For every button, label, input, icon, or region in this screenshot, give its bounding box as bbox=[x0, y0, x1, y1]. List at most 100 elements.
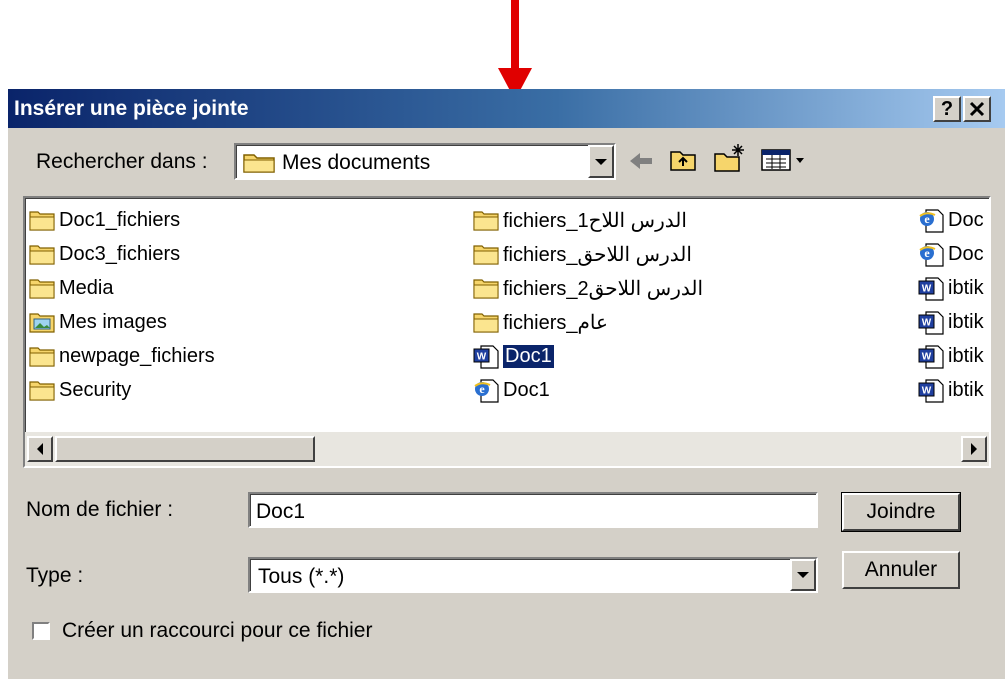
chevron-left-icon bbox=[37, 443, 43, 455]
horizontal-scrollbar[interactable] bbox=[25, 432, 989, 466]
file-list[interactable]: Doc1_fichiers Doc3_fichiers Media Mes image… bbox=[23, 196, 991, 468]
chevron-down-icon bbox=[797, 572, 809, 578]
lookin-dropdown-button[interactable] bbox=[588, 145, 614, 178]
chevron-right-icon bbox=[971, 443, 977, 455]
word-doc-icon: W bbox=[918, 311, 944, 335]
file-item-name: Security bbox=[59, 378, 132, 401]
file-column-1: Doc1_fichiers Doc3_fichiers Media Mes image… bbox=[29, 204, 215, 408]
close-button[interactable] bbox=[963, 96, 991, 122]
file-item[interactable]: Wibtik bbox=[918, 306, 984, 338]
scroll-right-button[interactable] bbox=[961, 436, 987, 462]
file-item[interactable]: e Doc bbox=[918, 238, 984, 270]
filename-value: Doc1 bbox=[256, 500, 306, 523]
file-item-name: ibtik bbox=[948, 276, 984, 299]
folder-icon bbox=[29, 277, 55, 299]
filetype-dropdown-button[interactable] bbox=[790, 559, 816, 591]
shortcut-checkbox[interactable] bbox=[32, 622, 50, 640]
filetype-value: Tous (*.*) bbox=[258, 565, 345, 588]
new-folder-button[interactable] bbox=[712, 142, 746, 179]
lookin-value: Mes documents bbox=[282, 151, 431, 174]
file-item-name: الدرس اللاح1_fichiers bbox=[503, 209, 687, 232]
file-item[interactable]: Doc3_fichiers bbox=[29, 238, 215, 270]
file-item[interactable]: Wibtik bbox=[918, 272, 984, 304]
view-menu-icon bbox=[761, 149, 804, 171]
word-doc-icon: W bbox=[918, 379, 944, 403]
attach-button[interactable]: Joindre bbox=[841, 492, 961, 532]
file-item[interactable]: e Doc1 bbox=[473, 374, 703, 406]
folder-icon bbox=[29, 243, 55, 265]
file-item[interactable]: الدرس اللاحق2_fichiers bbox=[473, 272, 703, 304]
file-item[interactable]: عام_fichiers bbox=[473, 306, 703, 338]
back-button[interactable] bbox=[626, 150, 656, 177]
file-item[interactable]: Mes images bbox=[29, 306, 215, 338]
file-item-name: الدرس اللاحق_fichiers bbox=[503, 243, 692, 266]
up-folder-button[interactable] bbox=[668, 146, 698, 179]
file-item-name: عام_fichiers bbox=[503, 311, 608, 334]
file-item-name: Doc1_fichiers bbox=[59, 208, 181, 231]
filetype-select[interactable]: Tous (*.*) bbox=[248, 557, 818, 593]
folder-icon bbox=[473, 311, 499, 333]
file-item[interactable]: Security bbox=[29, 374, 215, 406]
file-item[interactable]: Doc1_fichiers bbox=[29, 204, 215, 236]
back-arrow-icon bbox=[630, 153, 652, 169]
lookin-select[interactable]: Mes documents bbox=[234, 143, 616, 180]
file-item-name: Doc1 bbox=[502, 343, 555, 369]
file-item-name: Doc bbox=[948, 208, 984, 231]
view-menu-button[interactable] bbox=[760, 148, 810, 177]
folder-icon bbox=[473, 209, 499, 231]
word-doc-icon: W bbox=[918, 345, 944, 369]
file-list-view: Doc1_fichiers Doc3_fichiers Media Mes image… bbox=[25, 198, 989, 430]
file-item-name: Doc3_fichiers bbox=[59, 242, 181, 265]
file-item[interactable]: Wibtik bbox=[918, 374, 984, 406]
help-button[interactable]: ? bbox=[933, 96, 961, 122]
close-icon bbox=[969, 101, 985, 117]
file-item-name: ibtik bbox=[948, 344, 984, 367]
cancel-button[interactable]: Annuler bbox=[842, 551, 960, 589]
filename-label: Nom de fichier : bbox=[26, 498, 174, 521]
folder-icon bbox=[29, 379, 55, 401]
file-item[interactable]: الدرس اللاحق_fichiers bbox=[473, 238, 703, 270]
scroll-left-button[interactable] bbox=[27, 436, 53, 462]
filetype-label: Type : bbox=[26, 564, 84, 587]
folder-icon bbox=[29, 209, 55, 231]
ie-html-icon: e bbox=[918, 243, 944, 267]
ie-html-icon: e bbox=[918, 209, 944, 233]
file-item-name: Doc bbox=[948, 242, 984, 265]
file-item[interactable]: الدرس اللاح1_fichiers bbox=[473, 204, 703, 236]
folder-icon bbox=[473, 277, 499, 299]
svg-text:W: W bbox=[922, 352, 932, 363]
word-doc-icon: W bbox=[473, 345, 499, 369]
file-item-name: الدرس اللاحق2_fichiers bbox=[503, 277, 704, 300]
file-column-2: الدرس اللاح1_fichiers الدرس اللاحق_fichie… bbox=[473, 204, 703, 408]
folder-icon bbox=[29, 345, 55, 367]
file-item-name: newpage_fichiers bbox=[59, 344, 215, 367]
ie-html-icon: e bbox=[473, 379, 499, 403]
annotation-arrow-icon bbox=[498, 0, 532, 100]
dialog-title: Insérer une pièce jointe bbox=[14, 97, 249, 120]
up-folder-icon bbox=[670, 151, 696, 171]
word-doc-icon: W bbox=[918, 277, 944, 301]
svg-text:W: W bbox=[922, 284, 932, 295]
svg-text:W: W bbox=[922, 386, 932, 397]
file-item-name: ibtik bbox=[948, 378, 984, 401]
pictures-folder-icon bbox=[29, 311, 55, 333]
file-item[interactable]: e Doc bbox=[918, 204, 984, 236]
file-item[interactable]: Wibtik bbox=[918, 340, 984, 372]
file-item-name: Doc1 bbox=[503, 378, 550, 401]
folder-icon bbox=[473, 243, 499, 265]
new-folder-icon bbox=[714, 144, 744, 172]
filename-input[interactable]: Doc1 bbox=[248, 492, 818, 528]
file-item[interactable]: Media bbox=[29, 272, 215, 304]
file-item-name: Media bbox=[59, 276, 114, 299]
chevron-down-icon bbox=[595, 158, 607, 165]
file-item-name: Mes images bbox=[59, 310, 167, 333]
scrollbar-thumb[interactable] bbox=[55, 436, 315, 462]
file-item-name: ibtik bbox=[948, 310, 984, 333]
file-column-3: e Doc e Doc Wibtik Wibtik Wibtik Wibtik bbox=[918, 204, 984, 408]
lookin-label: Rechercher dans : bbox=[36, 150, 208, 173]
svg-text:W: W bbox=[477, 352, 487, 363]
file-item[interactable]: newpage_fichiers bbox=[29, 340, 215, 372]
file-item[interactable]: W Doc1 bbox=[473, 340, 703, 372]
shortcut-label: Créer un raccourci pour ce fichier bbox=[62, 619, 373, 642]
folder-icon bbox=[242, 150, 276, 179]
